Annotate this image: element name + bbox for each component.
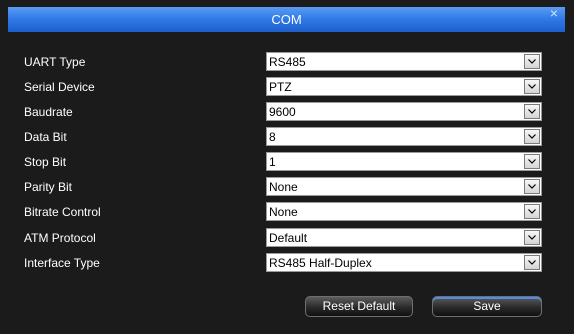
serial-device-label: Serial Device: [24, 80, 95, 94]
chevron-down-icon[interactable]: [524, 154, 540, 169]
bitrate-control-select[interactable]: None: [266, 202, 542, 221]
chevron-down-icon[interactable]: [524, 204, 540, 219]
uart-type-row: UART Type RS485: [0, 52, 574, 72]
atm-protocol-label: ATM Protocol: [24, 231, 96, 245]
stop-bit-row: Stop Bit 1: [0, 152, 574, 172]
data-bit-row: Data Bit 8: [0, 127, 574, 147]
uart-type-select[interactable]: RS485: [266, 52, 542, 71]
chevron-down-icon[interactable]: [524, 79, 540, 94]
baudrate-row: Baudrate 9600: [0, 102, 574, 122]
atm-protocol-select[interactable]: Default: [266, 228, 542, 247]
dialog-titlebar: COM ×: [8, 6, 565, 32]
uart-type-value: RS485: [269, 55, 306, 69]
save-button[interactable]: Save: [432, 296, 542, 317]
dialog-title: COM: [271, 12, 302, 27]
interface-type-row: Interface Type RS485 Half-Duplex: [0, 253, 574, 273]
com-settings-dialog: COM × UART Type RS485 Serial Device PTZ …: [0, 0, 574, 334]
chevron-down-icon[interactable]: [524, 179, 540, 194]
interface-type-label: Interface Type: [24, 256, 100, 270]
uart-type-label: UART Type: [24, 55, 86, 69]
serial-device-value: PTZ: [269, 80, 292, 94]
bitrate-control-value: None: [269, 205, 298, 219]
interface-type-select[interactable]: RS485 Half-Duplex: [266, 253, 542, 272]
chevron-down-icon[interactable]: [524, 230, 540, 245]
close-icon[interactable]: ×: [547, 6, 561, 20]
serial-device-row: Serial Device PTZ: [0, 77, 574, 97]
stop-bit-label: Stop Bit: [24, 155, 67, 169]
data-bit-select[interactable]: 8: [266, 127, 542, 146]
chevron-down-icon[interactable]: [524, 104, 540, 119]
parity-bit-row: Parity Bit None: [0, 177, 574, 197]
chevron-down-icon[interactable]: [524, 255, 540, 270]
atm-protocol-value: Default: [269, 231, 308, 245]
parity-bit-value: None: [269, 180, 298, 194]
parity-bit-select[interactable]: None: [266, 177, 542, 196]
baudrate-label: Baudrate: [24, 105, 73, 119]
data-bit-label: Data Bit: [24, 130, 67, 144]
stop-bit-select[interactable]: 1: [266, 152, 542, 171]
baudrate-value: 9600: [269, 105, 296, 119]
data-bit-value: 8: [269, 130, 276, 144]
baudrate-select[interactable]: 9600: [266, 102, 542, 121]
reset-default-button[interactable]: Reset Default: [305, 296, 413, 317]
stop-bit-value: 1: [269, 155, 276, 169]
interface-type-value: RS485 Half-Duplex: [269, 256, 372, 270]
bitrate-control-row: Bitrate Control None: [0, 202, 574, 222]
chevron-down-icon[interactable]: [524, 129, 540, 144]
chevron-down-icon[interactable]: [524, 54, 540, 69]
atm-protocol-row: ATM Protocol Default: [0, 228, 574, 248]
bitrate-control-label: Bitrate Control: [24, 205, 101, 219]
serial-device-select[interactable]: PTZ: [266, 77, 542, 96]
parity-bit-label: Parity Bit: [24, 180, 73, 194]
